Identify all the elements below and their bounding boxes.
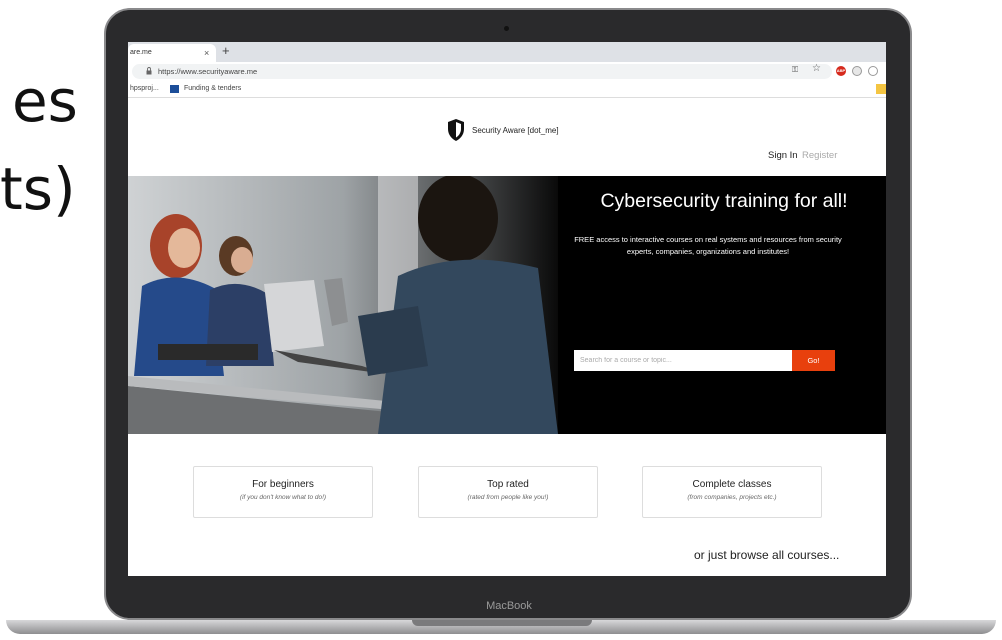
close-icon[interactable]: × (204, 48, 209, 58)
extension-icon[interactable] (868, 66, 878, 76)
plus-icon[interactable]: + (222, 43, 230, 58)
sign-in-link[interactable]: Sign In (768, 150, 798, 161)
search-go-button[interactable]: Go! (792, 350, 835, 371)
bookmark-folder-icon[interactable] (876, 84, 886, 94)
card-title: Top rated (487, 479, 529, 490)
laptop-screen: are.me × + https://www.securityaware.me … (128, 42, 886, 576)
laptop-brand-label: MacBook (486, 600, 532, 612)
card-subtitle: (rated from people like you!) (467, 494, 549, 501)
card-complete-classes[interactable]: Complete classes (from companies, projec… (642, 466, 822, 518)
star-icon[interactable]: ☆ (812, 63, 821, 74)
slide-text-line-2: ts) (0, 155, 76, 223)
course-search-input[interactable] (574, 350, 792, 371)
browser-tabstrip: are.me × + (128, 42, 886, 62)
lock-icon (146, 67, 152, 75)
hero-title: Cybersecurity training for all! (600, 190, 848, 212)
browse-all-courses-link[interactable]: or just browse all courses... (694, 548, 839, 562)
bookmarks-bar: hpsproj... Funding & tenders (128, 80, 886, 98)
hero-photo (128, 176, 558, 434)
bookmark-item[interactable]: Funding & tenders (184, 85, 241, 92)
laptop-notch (412, 620, 592, 626)
extension-icon[interactable] (852, 66, 862, 76)
adblock-extension-icon[interactable]: ABP (836, 66, 846, 76)
site-name: Security Aware [dot_me] (472, 126, 559, 135)
address-bar[interactable]: https://www.securityaware.me (132, 64, 832, 79)
bookmark-favicon-icon (170, 85, 179, 93)
card-subtitle: (if you don't know what to do!) (239, 494, 327, 501)
slide-text-line-1: es (12, 67, 78, 135)
shield-icon (448, 119, 464, 141)
register-link[interactable]: Register (802, 150, 837, 161)
card-title: Complete classes (692, 479, 772, 490)
card-subtitle: (from companies, projects etc.) (687, 494, 777, 501)
tab-title: are.me (130, 49, 152, 56)
camera-icon (504, 26, 509, 31)
bookmark-item[interactable]: hpsproj... (130, 85, 159, 92)
hero-section: Cybersecurity training for all! FREE acc… (128, 176, 886, 434)
browser-toolbar: https://www.securityaware.me ⚿ ☆ ABP (128, 62, 886, 80)
url-text: https://www.securityaware.me (158, 67, 258, 76)
hero-subtitle: FREE access to interactive courses on re… (574, 235, 842, 256)
card-for-beginners[interactable]: For beginners (if you don't know what to… (193, 466, 373, 518)
key-icon[interactable]: ⚿ (792, 65, 798, 75)
card-top-rated[interactable]: Top rated (rated from people like you!) (418, 466, 598, 518)
card-title: For beginners (252, 479, 314, 490)
browser-tab[interactable]: are.me × (128, 44, 216, 62)
